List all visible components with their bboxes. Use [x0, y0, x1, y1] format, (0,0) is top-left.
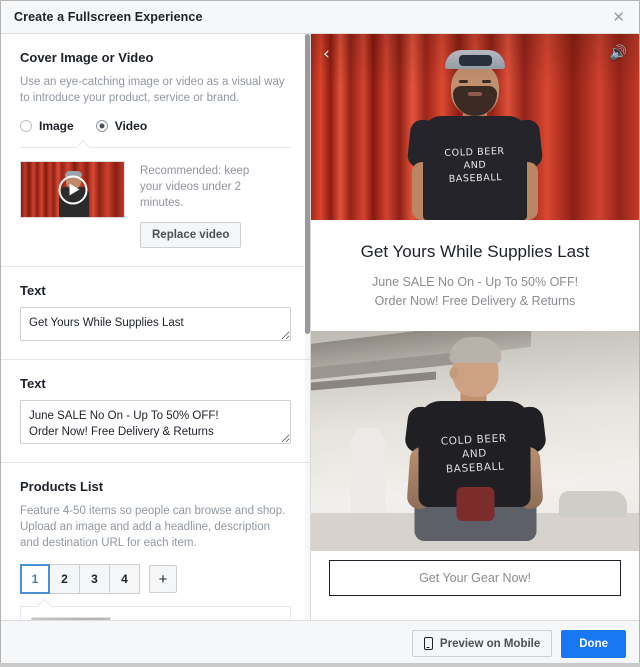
text2-input[interactable]: [20, 400, 291, 444]
preview-subtext: June SALE No On - Up To 50% OFF! Order N…: [371, 275, 579, 308]
radio-dot-video: [95, 120, 108, 132]
preview-on-mobile-label: Preview on Mobile: [439, 637, 541, 650]
dialog-footer: Preview on Mobile Done: [1, 620, 639, 666]
done-button[interactable]: Done: [561, 629, 626, 658]
dialog-title: Create a Fullscreen Experience: [14, 10, 203, 24]
cover-type-radio-group: Image Video: [20, 119, 291, 133]
video-recommendation-note: Recommended: keep your videos under 2 mi…: [140, 165, 250, 209]
text1-heading: Text: [20, 283, 46, 298]
photo-cloth: [456, 487, 495, 521]
cover-media-side: Recommended: keep your videos under 2 mi…: [140, 161, 272, 248]
products-description: Feature 4-50 items so people can browse …: [20, 505, 286, 549]
product-tab-list: 1 2 3 4 +: [20, 564, 291, 594]
mobile-phone-icon: [423, 637, 433, 650]
text1-input[interactable]: [20, 307, 291, 341]
replace-video-button[interactable]: Replace video: [140, 222, 242, 248]
product-photo-thumbnail[interactable]: [31, 617, 111, 620]
section-text-1: Text: [1, 267, 310, 360]
dialog-titlebar: Create a Fullscreen Experience ✕: [1, 1, 639, 34]
cover-divider: [20, 147, 291, 148]
product-tab-2[interactable]: 2: [50, 564, 80, 594]
cover-media-row: Recommended: keep your videos under 2 mi…: [20, 161, 291, 248]
text2-heading: Text: [20, 376, 46, 391]
editor-scroll-area[interactable]: Cover Image or Video Use an eye-catching…: [1, 34, 310, 620]
section-text-2: Text: [1, 360, 310, 463]
photo-subject: COLD BEER AND BASEBALL: [373, 335, 578, 547]
editor-panel: Cover Image or Video Use an eye-catching…: [1, 34, 311, 620]
products-heading: Products List: [20, 479, 104, 494]
radio-dot-image: [20, 120, 32, 132]
radio-label-image: Image: [39, 119, 74, 133]
product-tab-3[interactable]: 3: [80, 564, 110, 594]
preview-cta-button[interactable]: Get Your Gear Now!: [329, 560, 621, 596]
video-thumbnail[interactable]: [20, 161, 125, 218]
radio-option-image[interactable]: Image: [20, 119, 74, 133]
preview-panel: COLD BEER AND BASEBALL ‹ 🔊 Get Yours: [311, 34, 639, 620]
section-cover-image-or-video: Cover Image or Video Use an eye-catching…: [1, 34, 310, 267]
preview-headline: Get Yours While Supplies Last: [360, 242, 590, 261]
close-icon[interactable]: ✕: [608, 8, 629, 27]
preview-cta-wrap: Get Your Gear Now!: [311, 551, 639, 608]
preview-on-mobile-button[interactable]: Preview on Mobile: [411, 630, 553, 657]
radio-option-video[interactable]: Video: [95, 119, 148, 133]
speaker-icon[interactable]: 🔊: [610, 46, 627, 60]
screenshot-root: Create a Fullscreen Experience ✕ Cover I…: [0, 0, 640, 667]
create-fullscreen-experience-dialog: Create a Fullscreen Experience ✕ Cover I…: [0, 0, 640, 667]
dialog-body: Cover Image or Video Use an eye-catching…: [1, 34, 639, 620]
preview-copy-block: Get Yours While Supplies Last June SALE …: [311, 220, 639, 331]
play-icon[interactable]: [58, 175, 87, 204]
preview-product-photo[interactable]: COLD BEER AND BASEBALL: [311, 331, 639, 551]
photo-ear: [449, 367, 459, 379]
radio-label-video: Video: [114, 119, 148, 133]
preview-hero-video[interactable]: COLD BEER AND BASEBALL ‹ 🔊: [311, 34, 639, 220]
section-products-list: Products List Feature 4-50 items so peop…: [1, 463, 310, 620]
add-product-button[interactable]: +: [149, 565, 177, 593]
product-tab-4[interactable]: 4: [110, 564, 140, 594]
editor-scrollbar-thumb[interactable]: [305, 34, 310, 334]
cover-section-heading: Cover Image or Video: [20, 50, 154, 65]
product-item-panel: Replace Photo: [20, 606, 291, 620]
window-bottom-strip: [0, 663, 640, 667]
photo-shirt-text: COLD BEER AND BASEBALL: [440, 432, 508, 476]
photo-hair: [449, 337, 502, 363]
product-tab-1[interactable]: 1: [20, 564, 50, 594]
chevron-left-icon[interactable]: ‹: [323, 46, 330, 63]
hero-overlay-gradient: [311, 34, 639, 220]
cover-section-description: Use an eye-catching image or video as a …: [20, 76, 285, 104]
editor-scrollbar[interactable]: [305, 34, 310, 620]
